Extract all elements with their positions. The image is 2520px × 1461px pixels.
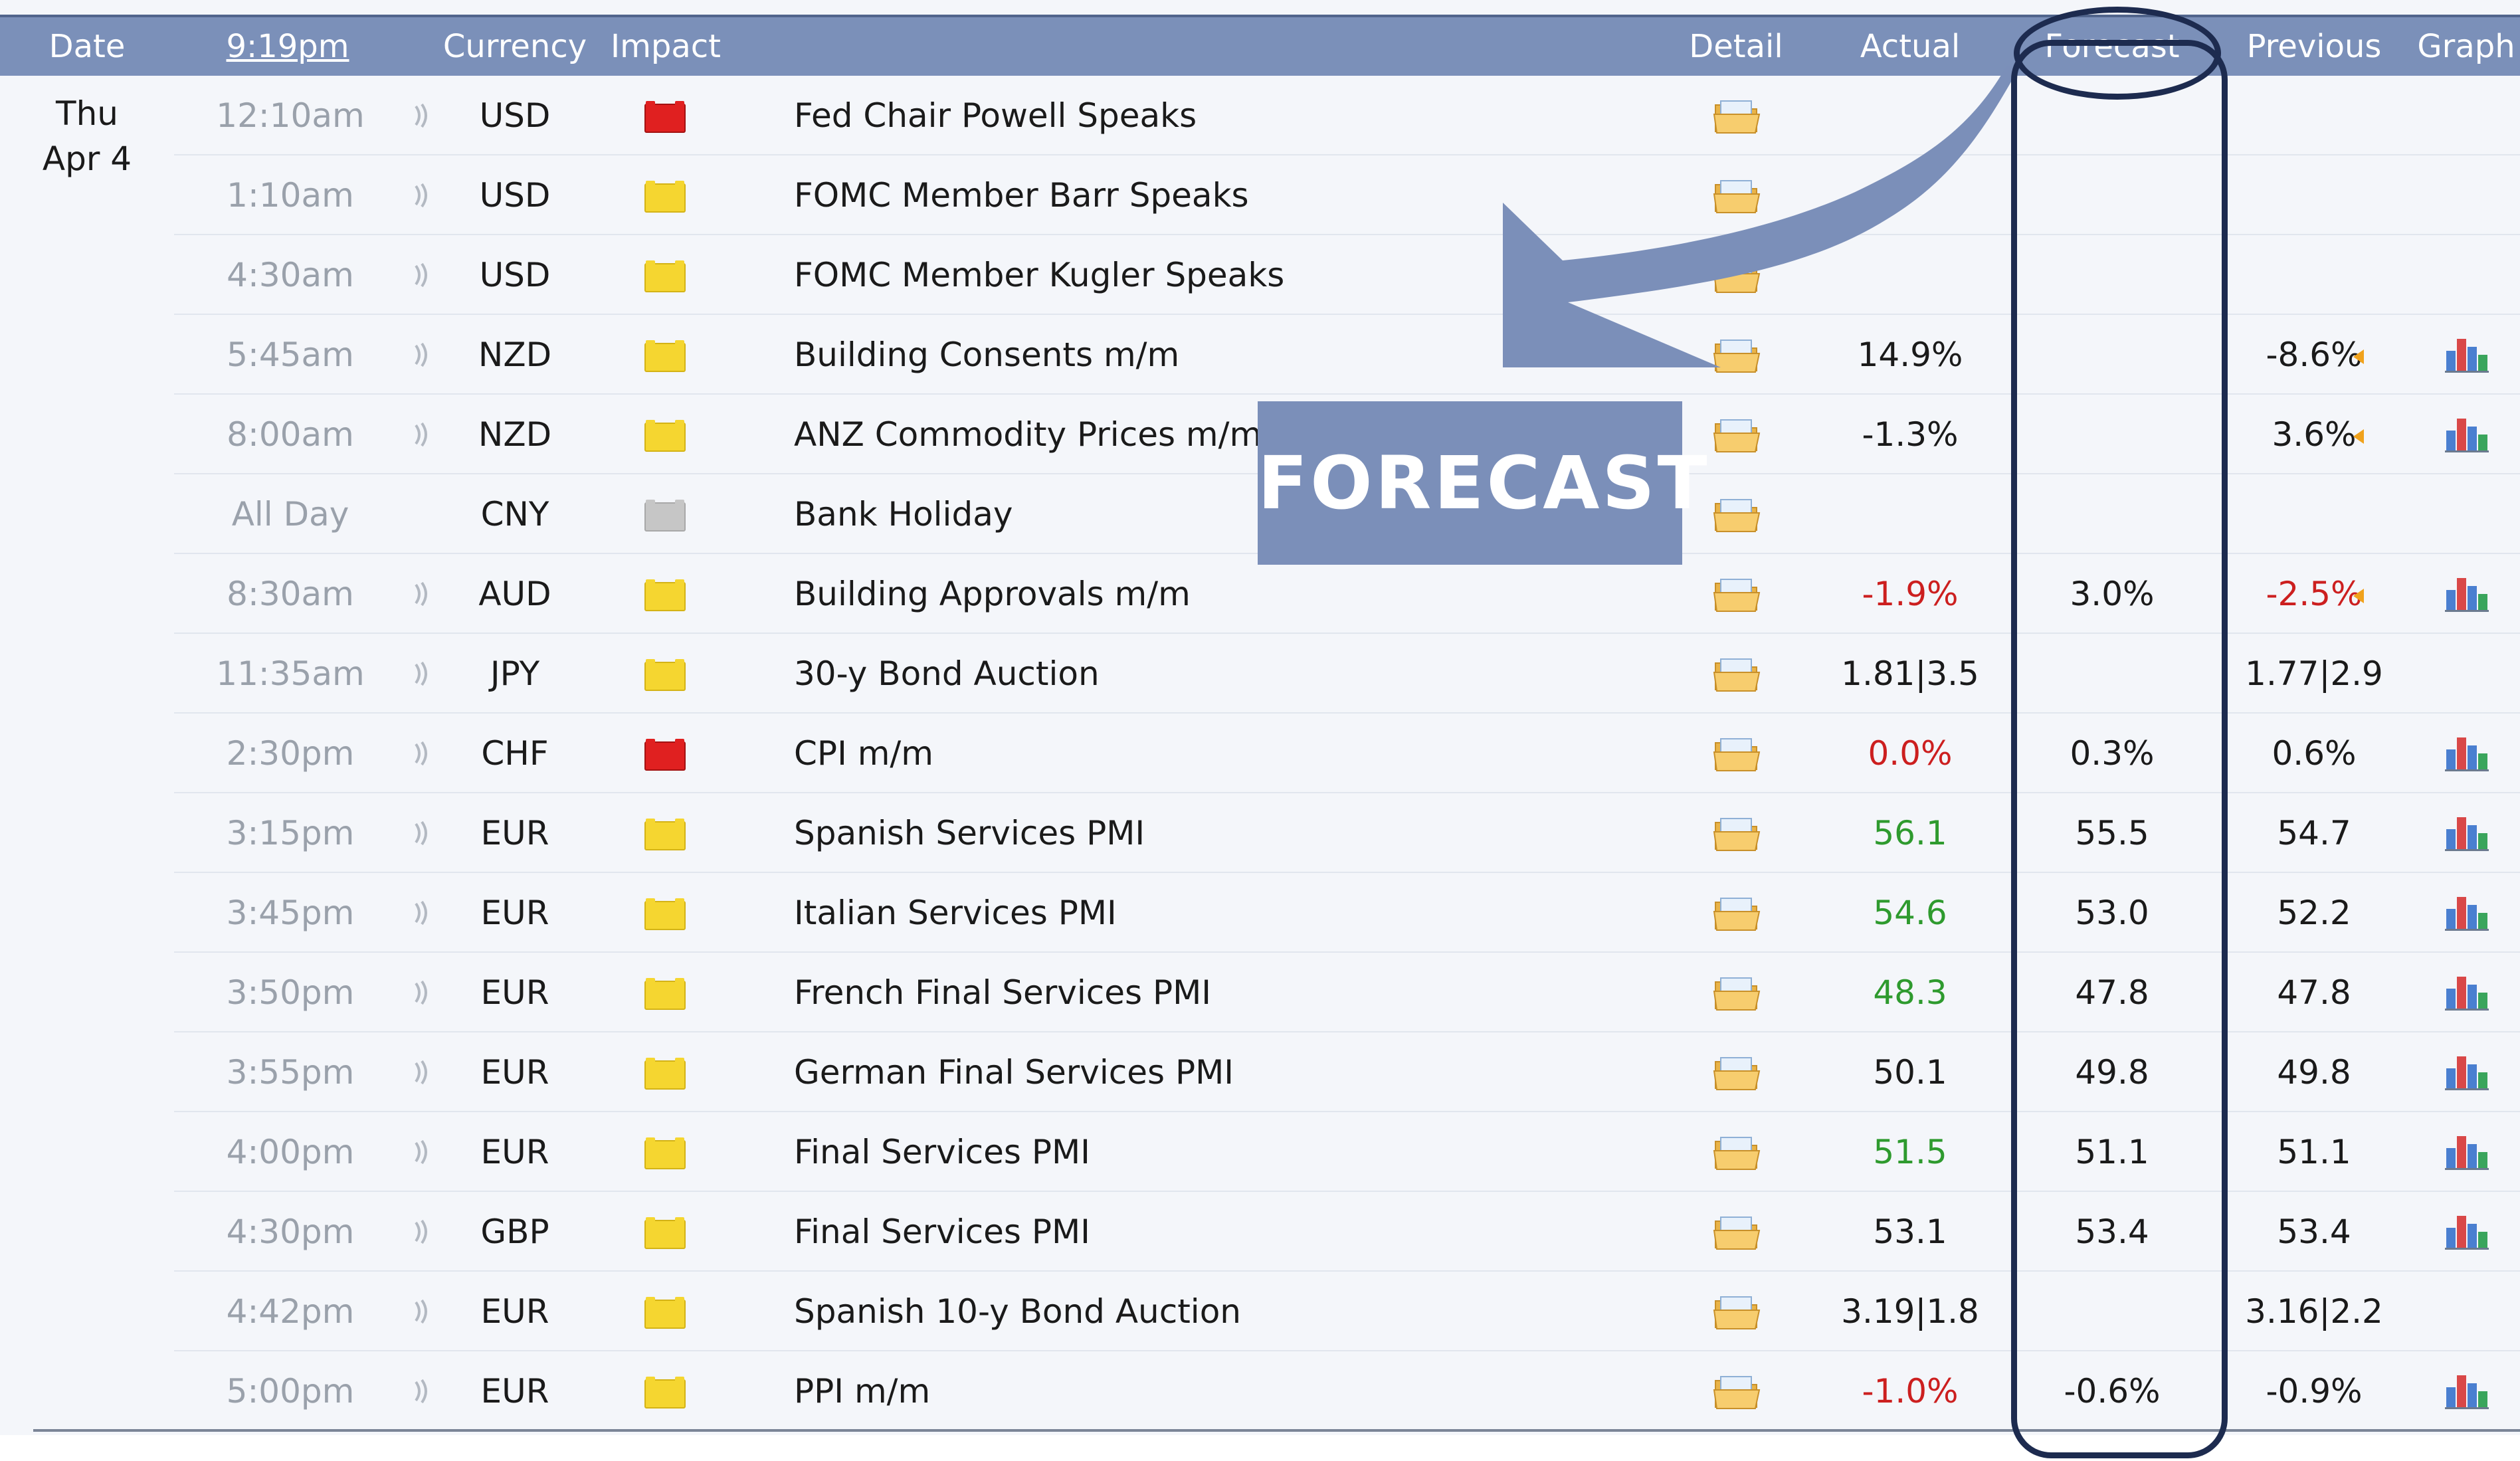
forecast-column-highlight [2011, 40, 2228, 1458]
forecast-annotation-label: FORECAST [1258, 401, 1707, 565]
